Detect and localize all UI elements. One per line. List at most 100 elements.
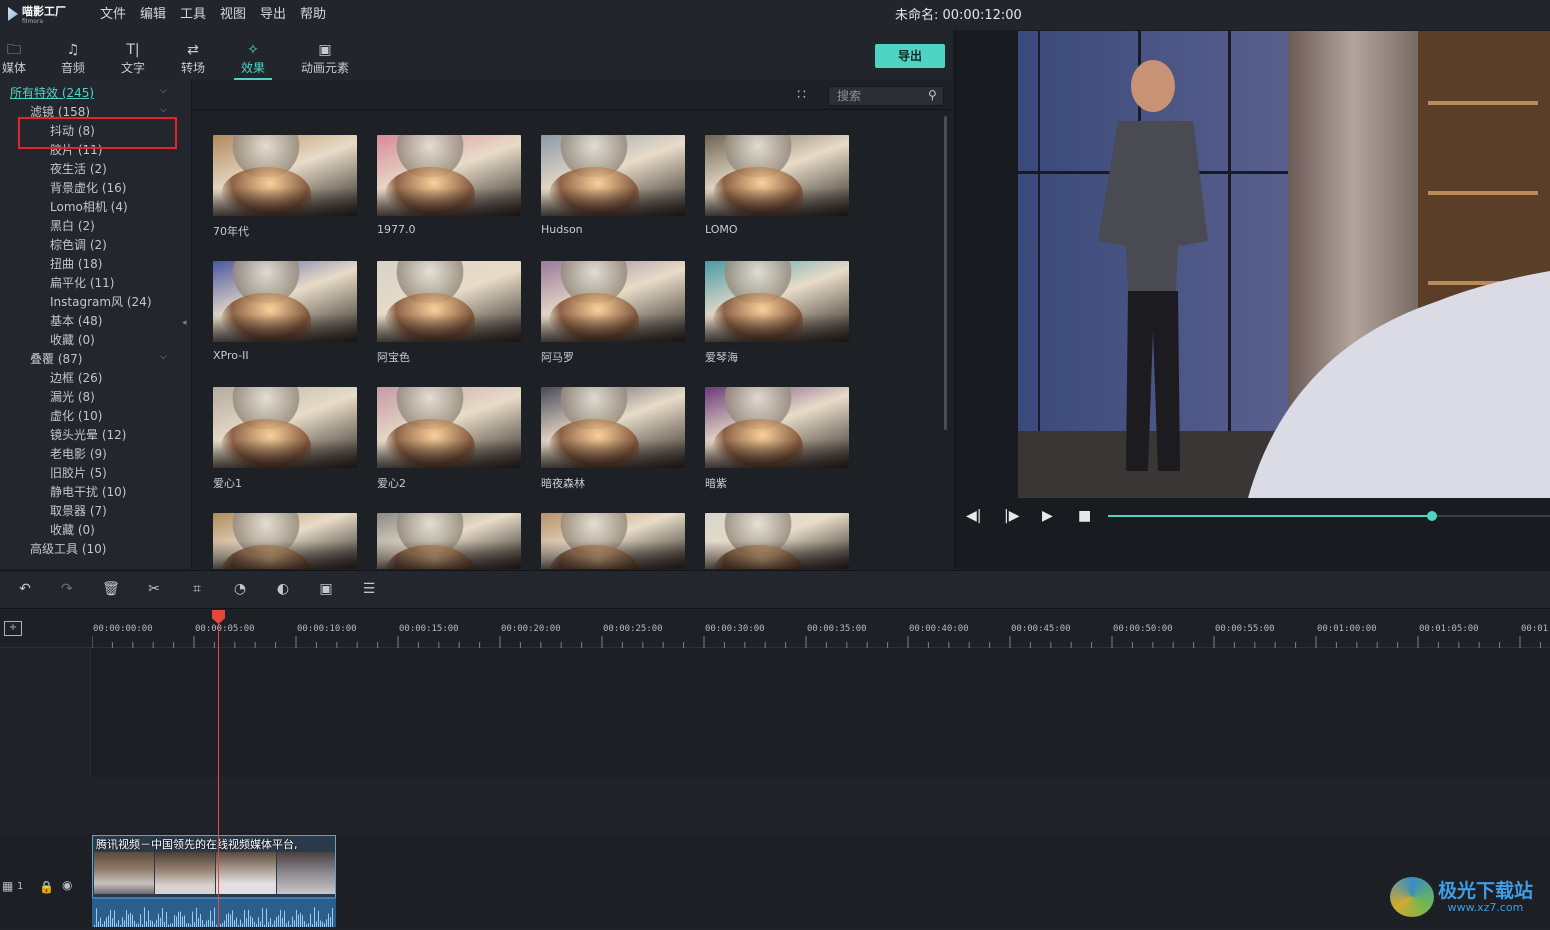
effect-thumbnail[interactable] <box>377 261 521 342</box>
waveform-bar <box>252 917 253 927</box>
ruler-timecode: 00:00:35:00 <box>807 624 867 634</box>
effect-thumbnail[interactable] <box>377 135 521 216</box>
next-frame-icon[interactable]: |▶ <box>1004 508 1019 524</box>
tab-audio[interactable]: ♫ 音频 <box>51 30 95 80</box>
category-item[interactable]: 基本 (48) <box>50 312 102 329</box>
effect-thumbnail[interactable] <box>705 135 849 216</box>
category-item[interactable]: 背景虚化 (16) <box>50 179 126 196</box>
crop-icon[interactable]: ⌗ <box>188 580 206 598</box>
tab-text[interactable]: T| 文字 <box>111 30 155 80</box>
category-item[interactable]: Instagram风 (24) <box>50 293 152 310</box>
category-item[interactable]: 静电干扰 (10) <box>50 483 126 500</box>
waveform-bar <box>164 921 165 927</box>
previous-frame-icon[interactable]: ◀| <box>966 508 981 524</box>
category-item[interactable]: 扭曲 (18) <box>50 255 102 272</box>
speed-icon[interactable]: ◔ <box>231 580 249 598</box>
menu-help[interactable]: 帮助 <box>300 0 326 30</box>
category-item[interactable]: 老电影 (9) <box>50 445 107 462</box>
effect-thumbnail[interactable] <box>705 513 849 569</box>
chevron-down-icon[interactable]: ⌵ <box>160 86 170 96</box>
thumbnail-shade <box>705 188 849 216</box>
chevron-down-icon[interactable]: ⌵ <box>160 105 170 115</box>
effect-label: 暗夜森林 <box>541 477 585 490</box>
category-item[interactable]: 虚化 (10) <box>50 407 102 424</box>
delete-icon[interactable]: 🗑 <box>102 580 120 598</box>
effect-thumbnail[interactable] <box>213 135 357 216</box>
waveform-bar <box>320 920 321 927</box>
menu-export[interactable]: 导出 <box>260 0 286 30</box>
lock-icon[interactable]: 🔒 <box>39 880 54 894</box>
menu-tools[interactable]: 工具 <box>180 0 206 30</box>
category-item[interactable]: 棕色调 (2) <box>50 236 107 253</box>
folder-icon: 🗀 <box>7 42 21 58</box>
redo-icon[interactable]: ↷ <box>58 580 76 598</box>
waveform-bar <box>230 914 231 927</box>
collapse-sidebar-icon[interactable]: ◂ <box>182 318 187 328</box>
ruler-timecode: 00:00:05:00 <box>195 624 255 634</box>
effect-thumbnail[interactable] <box>377 513 521 569</box>
effect-thumbnail[interactable] <box>213 261 357 342</box>
search-input[interactable]: 搜索 <box>828 86 944 106</box>
effect-thumbnail[interactable] <box>541 261 685 342</box>
effect-thumbnail[interactable] <box>213 513 357 569</box>
category-item[interactable]: 旧胶片 (5) <box>50 464 107 481</box>
annotation-highlight-box <box>18 117 177 149</box>
undo-icon[interactable]: ↶ <box>16 580 34 598</box>
effect-thumbnail[interactable] <box>705 261 849 342</box>
effect-thumbnail[interactable] <box>377 387 521 468</box>
effect-thumbnail[interactable] <box>541 135 685 216</box>
waveform-bar <box>316 921 317 927</box>
menu-edit[interactable]: 编辑 <box>140 0 166 30</box>
waveform-bar <box>304 921 305 927</box>
category-item[interactable]: 漏光 (8) <box>50 388 95 405</box>
menu-view[interactable]: 视图 <box>220 0 246 30</box>
tab-elements[interactable]: ▣ 动画元素 <box>298 30 352 80</box>
waveform-bar <box>210 910 211 927</box>
category-item[interactable]: 边框 (26) <box>50 369 102 386</box>
category-item[interactable]: 取景器 (7) <box>50 502 107 519</box>
grid-view-icon[interactable]: ∷ <box>797 88 813 104</box>
menu-file[interactable]: 文件 <box>100 0 126 30</box>
grid-scrollbar[interactable] <box>944 116 947 430</box>
add-track-icon[interactable]: + <box>4 621 22 636</box>
eye-icon[interactable]: ◉ <box>62 878 72 892</box>
adjust-icon[interactable]: ☰ <box>360 580 378 598</box>
effect-thumbnail[interactable] <box>541 387 685 468</box>
category-item[interactable]: 黑白 (2) <box>50 217 95 234</box>
playback-progress-handle[interactable] <box>1427 511 1437 521</box>
cut-icon[interactable]: ✂ <box>145 580 163 598</box>
category-all-effects[interactable]: 所有特效 (245) <box>10 84 94 101</box>
watermark-title: 极光下载站 <box>1438 880 1534 902</box>
tab-transition[interactable]: ⇄ 转场 <box>171 30 215 80</box>
green-screen-icon[interactable]: ▣ <box>317 580 335 598</box>
category-advanced-tools[interactable]: 高级工具 (10) <box>30 540 106 557</box>
effect-thumbnail[interactable] <box>705 387 849 468</box>
waveform-bar <box>244 909 245 927</box>
tab-effects[interactable]: ✧ 效果 <box>231 30 275 80</box>
chevron-down-icon[interactable]: ⌵ <box>160 352 170 362</box>
waveform-bar <box>126 910 127 927</box>
waveform-bar <box>282 917 283 927</box>
effect-thumbnail[interactable] <box>213 387 357 468</box>
category-item[interactable]: Lomo相机 (4) <box>50 198 128 215</box>
category-item[interactable]: 扁平化 (11) <box>50 274 114 291</box>
waveform-bar <box>176 916 177 927</box>
tab-media[interactable]: 🗀 媒体 <box>0 30 36 80</box>
category-overlays[interactable]: 叠覆 (87) <box>30 350 82 367</box>
playhead-line <box>218 612 219 927</box>
waveform-bar <box>288 920 289 927</box>
color-icon[interactable]: ◐ <box>274 580 292 598</box>
waveform-bar <box>298 914 299 927</box>
export-button[interactable]: 导出 <box>875 44 945 68</box>
waveform-bar <box>174 915 175 927</box>
category-item[interactable]: 镜头光晕 (12) <box>50 426 126 443</box>
play-icon[interactable]: ▶ <box>1042 508 1053 524</box>
ruler-timecode: 00:00:55:00 <box>1215 624 1275 634</box>
category-item[interactable]: 收藏 (0) <box>50 331 95 348</box>
stop-icon[interactable]: ■ <box>1078 508 1091 524</box>
category-item[interactable]: 夜生活 (2) <box>50 160 107 177</box>
waveform-bar <box>280 909 281 927</box>
search-icon[interactable]: ⚲ <box>928 88 942 102</box>
effect-thumbnail[interactable] <box>541 513 685 569</box>
category-item[interactable]: 收藏 (0) <box>50 521 95 538</box>
